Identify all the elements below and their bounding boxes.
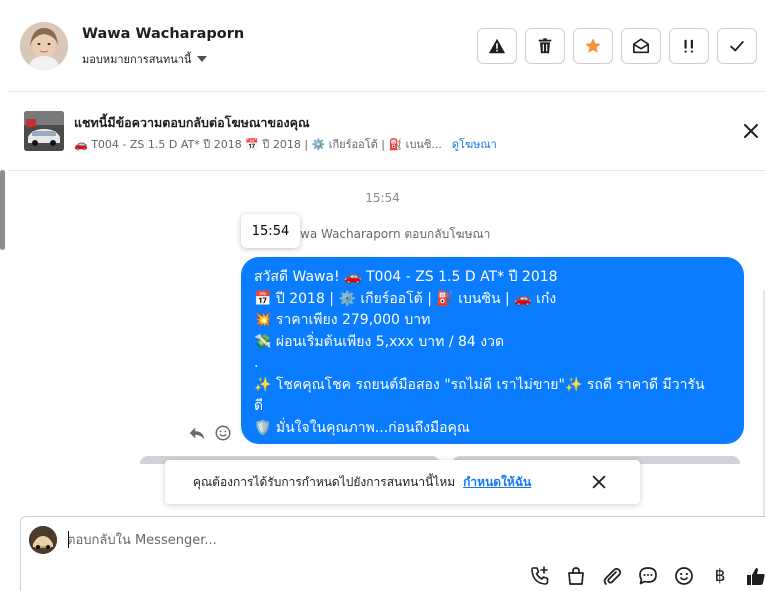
message-line: 📅 ปี 2018 | ⚙️ เกียร์ออโต้ | ⛽ เบนซิน | … <box>254 290 557 307</box>
conversation-header: Wawa Wacharaporn มอบหมายการสนทนานี้ <box>8 0 765 92</box>
message-composer: ฿ <box>20 516 765 591</box>
message-bubble[interactable]: สวัสดี Wawa! 🚗 T004 - ZS 1.5 D AT* ปี 20… <box>241 257 744 444</box>
priority-icon <box>684 39 693 53</box>
assign-reminder-text: คุณต้องการได้รับการกำหนดไปยังการสนทนานี้… <box>193 474 456 489</box>
star-button[interactable] <box>573 28 613 64</box>
ad-reply-banner: แชทนี้มีข้อความตอบกลับต่อโฆษณาของคุณ 🚗 T… <box>8 93 765 171</box>
ad-banner-subtitle: 🚗 T004 - ZS 1.5 D AT* ปี 2018 📅 ปี 2018 … <box>74 135 497 153</box>
close-icon[interactable] <box>741 121 761 141</box>
check-icon <box>730 41 744 52</box>
baht-icon[interactable]: ฿ <box>709 565 731 587</box>
mark-unread-button[interactable] <box>621 28 661 64</box>
chat-bubble-icon[interactable] <box>637 565 659 587</box>
scrollbar[interactable] <box>0 170 5 250</box>
contact-name: Wawa Wacharaporn <box>82 26 245 42</box>
message-timestamp: 15:54 <box>365 191 400 205</box>
call-add-icon[interactable] <box>529 565 551 587</box>
message-line: ✨ โชคคุณโชค รถยนต์มือสอง "รถไม่ดี เราไม่… <box>254 376 705 393</box>
shopping-bag-icon[interactable] <box>565 565 587 587</box>
time-tooltip: 15:54 <box>241 214 300 248</box>
page-avatar <box>29 526 57 554</box>
report-spam-button[interactable] <box>477 28 517 64</box>
ad-banner-summary: 🚗 T004 - ZS 1.5 D AT* ปี 2018 📅 ปี 2018 … <box>74 138 442 151</box>
alert-icon <box>488 38 506 54</box>
envelope-open-icon <box>632 38 650 54</box>
assign-to-me-link[interactable]: กำหนดให้ฉัน <box>463 473 531 492</box>
thumbs-up-icon[interactable] <box>745 565 765 587</box>
view-ad-link[interactable]: ดูโฆษณา <box>452 135 497 153</box>
message-line: 💥 ราคาเพียง 279,000 บาท <box>254 312 431 328</box>
composer-toolbar: ฿ <box>529 565 765 587</box>
trash-icon <box>538 38 552 54</box>
caret-down-icon <box>197 56 208 62</box>
ad-thumbnail[interactable] <box>24 111 64 151</box>
paperclip-icon[interactable] <box>601 565 623 587</box>
reply-icon[interactable] <box>188 424 206 442</box>
message-line: . <box>254 355 259 371</box>
ad-banner-title: แชทนี้มีข้อความตอบกลับต่อโฆษณาของคุณ <box>74 115 310 130</box>
avatar[interactable] <box>20 22 68 70</box>
assign-reminder: คุณต้องการได้รับการกำหนดไปยังการสนทนานี้… <box>165 460 640 504</box>
message-actions <box>188 424 232 442</box>
mark-done-button[interactable] <box>717 28 757 64</box>
header-actions <box>477 28 757 64</box>
emoji-icon[interactable] <box>673 565 695 587</box>
star-icon <box>585 38 601 53</box>
message-line: 💸 ผ่อนเริ่มต้นเพียง 5,xxx บาท / 84 งวด <box>254 333 505 350</box>
message-line: 🛡️ มั่นใจในคุณภาพ...ก่อนถึงมือคุณ <box>254 419 470 436</box>
delete-button[interactable] <box>525 28 565 64</box>
ad-reply-note: wa Wacharaporn ตอบกลับโฆษณา <box>300 227 491 241</box>
message-line: สวัสดี Wawa! 🚗 T004 - ZS 1.5 D AT* ปี 20… <box>254 269 558 285</box>
text-cursor <box>68 531 69 548</box>
close-icon[interactable] <box>590 473 608 491</box>
assign-dropdown[interactable]: มอบหมายการสนทนานี้ <box>82 50 208 68</box>
reply-input[interactable] <box>67 530 667 550</box>
assign-label: มอบหมายการสนทนานี้ <box>82 53 192 66</box>
priority-button[interactable] <box>669 28 709 64</box>
emoji-icon[interactable] <box>214 424 232 442</box>
message-line: ดี <box>254 398 264 414</box>
